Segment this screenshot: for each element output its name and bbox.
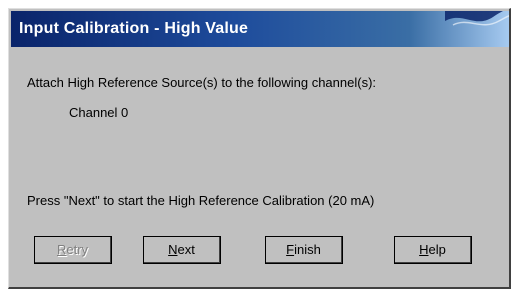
next-button[interactable]: Next — [143, 236, 221, 264]
finish-button-label: inish — [294, 241, 321, 257]
press-next-text: Press "Next" to start the High Reference… — [27, 193, 375, 208]
help-button[interactable]: Help — [394, 236, 472, 264]
retry-button-label: etry — [66, 241, 89, 257]
title-bar[interactable]: Input Calibration - High Value — [11, 11, 509, 47]
title-bar-wave-decoration — [445, 11, 509, 26]
dialog-content: Attach High Reference Source(s) to the f… — [9, 47, 509, 287]
help-button-label: elp — [428, 241, 446, 257]
help-button-mnemonic: H — [419, 241, 429, 257]
finish-button[interactable]: Finish — [265, 236, 343, 264]
finish-button-mnemonic: F — [286, 241, 295, 257]
dialog-title: Input Calibration - High Value — [19, 20, 249, 37]
calibration-dialog: Input Calibration - High Value Attach Hi… — [8, 8, 511, 289]
retry-button[interactable]: Retry — [34, 236, 112, 264]
next-button-mnemonic: N — [168, 241, 178, 257]
channel-label: Channel 0 — [69, 105, 129, 120]
instruction-text: Attach High Reference Source(s) to the f… — [27, 75, 377, 90]
next-button-label: ext — [177, 241, 195, 257]
retry-button-mnemonic: R — [56, 241, 67, 257]
